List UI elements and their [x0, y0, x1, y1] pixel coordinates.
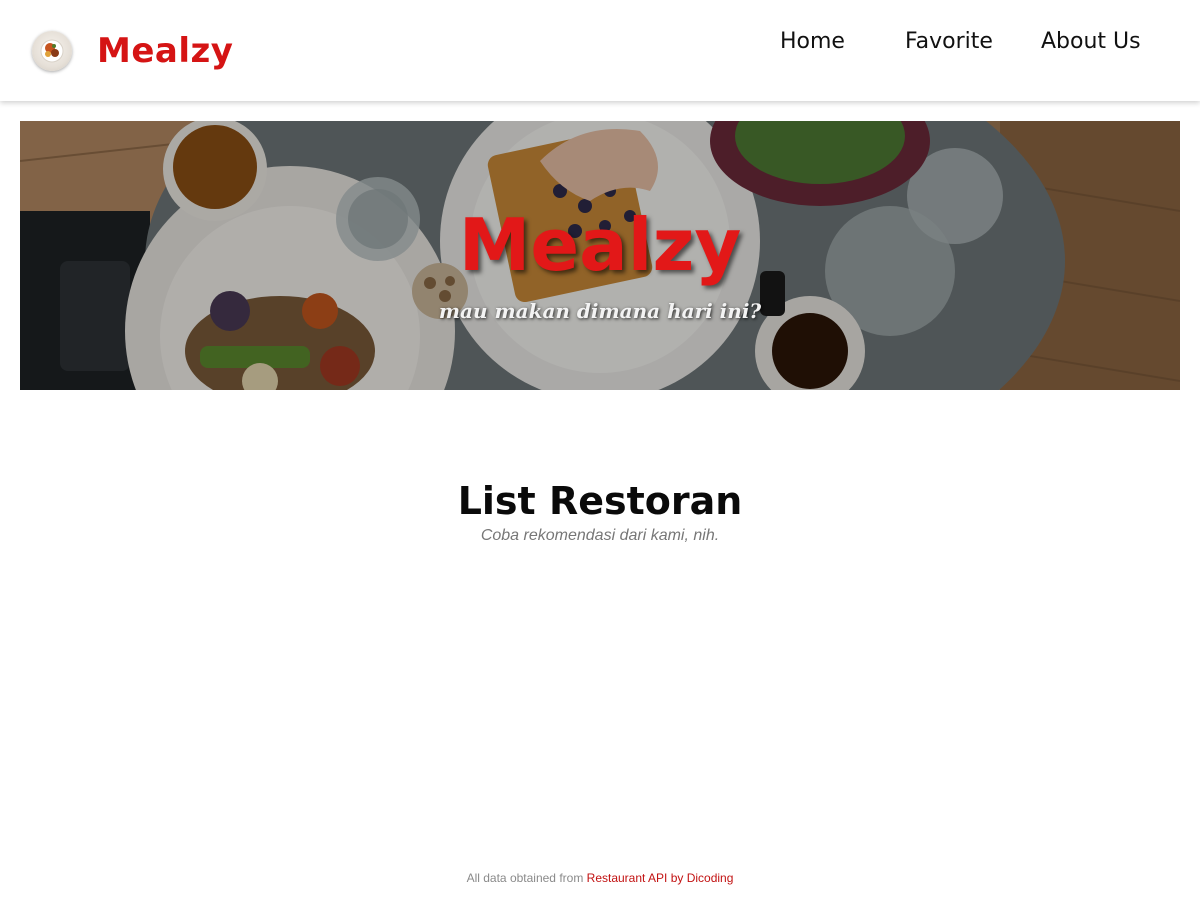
section-title: List Restoran — [457, 479, 743, 523]
section-subtitle: Coba rekomendasi dari kami, nih. — [480, 527, 720, 544]
footer-text: All data obtained from — [466, 871, 587, 885]
nav-favorite-link[interactable]: Favorite — [905, 22, 993, 62]
hero-title: Mealzy — [458, 203, 742, 287]
footer: All data obtained from Restaurant API by… — [0, 869, 1200, 887]
footer-api-link[interactable]: Restaurant API by Dicoding — [587, 871, 734, 885]
hero-tagline: mau makan dimana hari ini? — [438, 299, 762, 323]
app-bar: Mealzy Home Favorite About Us — [0, 0, 1200, 101]
main-nav: Home Favorite About Us — [0, 22, 1200, 62]
hero-banner: Mealzy mau makan dimana hari ini? — [20, 121, 1180, 390]
nav-home-link[interactable]: Home — [780, 22, 845, 62]
nav-about-link[interactable]: About Us — [1041, 22, 1141, 62]
restaurant-list — [20, 570, 1180, 840]
